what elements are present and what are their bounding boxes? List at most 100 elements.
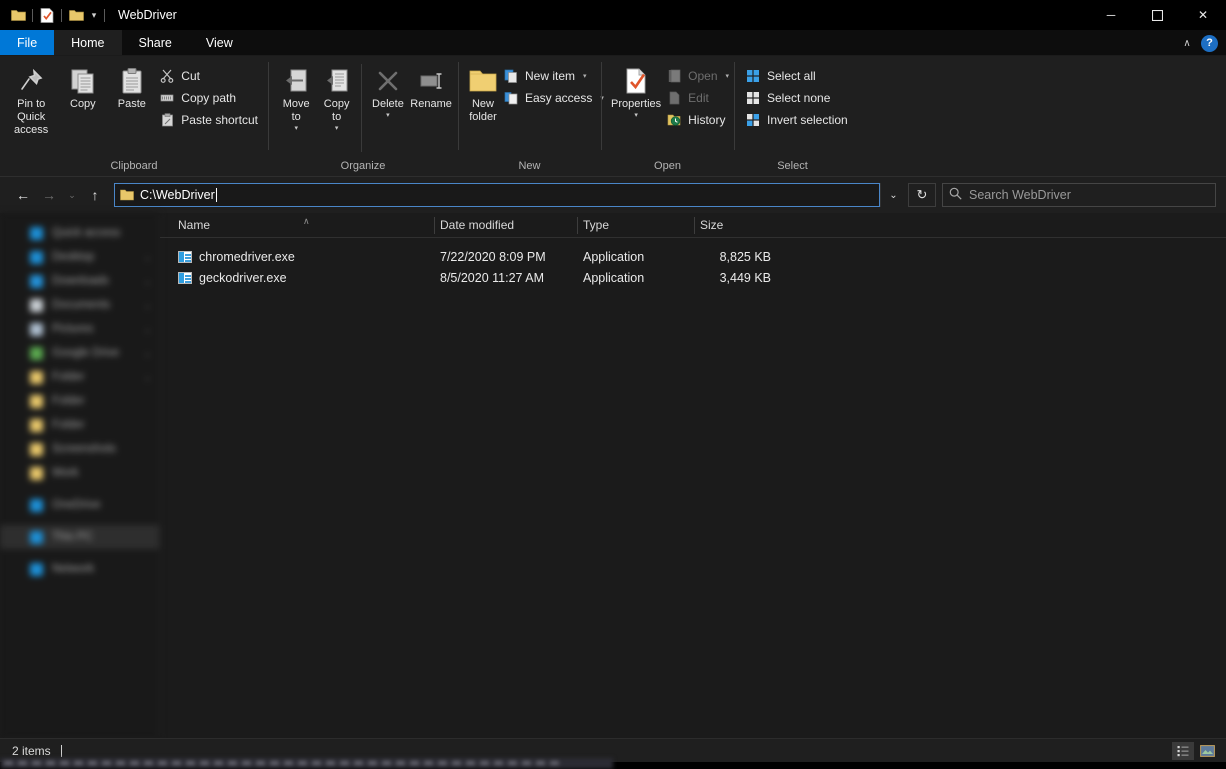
tab-view[interactable]: View [189,30,250,55]
column-header-date-modified[interactable]: Date modified [434,213,577,238]
sidebar-item-folder-2[interactable]: Folder [0,389,159,413]
copy-to-button[interactable]: Copy to ▾ [316,60,356,132]
sidebar-item-work[interactable]: Work [0,461,159,485]
file-name-cell[interactable]: geckodriver.exe [172,271,434,285]
pin-icon [18,64,44,98]
new-item-button[interactable]: New item ▾ [500,65,610,87]
move-to-caret-icon[interactable]: ▾ [294,125,298,132]
collapse-ribbon-icon[interactable]: ∧ [1179,38,1195,49]
copy-to-icon [324,64,350,98]
sidebar-item-this-pc[interactable]: This PC [0,525,159,549]
properties-button[interactable]: Properties ▾ [609,60,663,119]
close-button[interactable]: ✕ [1180,0,1226,30]
tab-home[interactable]: Home [54,30,122,55]
properties-caret-icon[interactable]: ▾ [634,112,638,119]
delete-button[interactable]: Delete ▾ [368,60,408,119]
pin-to-quick-access-button[interactable]: Pin to Quick access [4,60,58,137]
tab-share[interactable]: Share [122,30,189,55]
sidebar-item-quick-access[interactable]: Quick access [0,221,159,245]
new-folder-button[interactable]: New folder [466,60,500,124]
edit-button[interactable]: Edit [663,87,735,109]
cut-button[interactable]: Cut [156,65,264,87]
edit-label: Edit [688,91,709,105]
column-header-size[interactable]: Size [694,213,779,238]
select-small-buttons: Select all Select none Invert selection [742,60,854,131]
copy-path-label: Copy path [181,91,236,105]
chevron-icon[interactable]: ⌄ [144,325,151,334]
select-all-icon [745,68,761,84]
open-button[interactable]: Open ▾ [663,65,735,87]
search-box[interactable]: Search WebDriver [942,183,1216,207]
chevron-icon[interactable]: ⌄ [144,349,151,358]
easy-access-button[interactable]: Easy access ▾ [500,87,610,109]
help-button[interactable]: ? [1201,34,1218,52]
delete-caret-icon[interactable]: ▾ [386,112,390,119]
move-to-icon [283,64,309,98]
minimize-button[interactable]: ─ [1088,0,1134,30]
sidebar-item-network[interactable]: Network [0,557,159,581]
chevron-icon[interactable]: ⌄ [144,373,151,382]
column-header-type[interactable]: Type [577,213,694,238]
address-dropdown-button[interactable]: ⌄ [880,183,906,207]
copy-label: Copy [70,98,96,110]
select-all-button[interactable]: Select all [742,65,854,87]
desktop-icon [30,250,43,264]
taskbar-strip [0,758,613,769]
select-none-button[interactable]: Select none [742,87,854,109]
paste-shortcut-button[interactable]: Paste shortcut [156,109,264,131]
sidebar-item-label: Pictures [52,323,94,335]
refresh-button[interactable]: ↻ [908,183,936,207]
details-view-button[interactable] [1172,741,1194,760]
sidebar-item-documents[interactable]: Documents ⌄ [0,293,159,317]
paste-icon [119,64,145,98]
table-row[interactable]: chromedriver.exe 7/22/2020 8:09 PM Appli… [160,246,1226,267]
qat-new-folder-icon[interactable] [65,4,87,26]
sidebar-item-screenshots[interactable]: Screenshots [0,437,159,461]
qat-folder-icon[interactable] [7,4,29,26]
search-input[interactable]: Search WebDriver [969,188,1071,202]
sidebar-item-google-drive[interactable]: Google Drive ⌄ [0,341,159,365]
main-area: Quick access Desktop ⌄ Downloads ⌄ Docum… [0,213,1226,738]
file-name-cell[interactable]: chromedriver.exe [172,250,434,264]
move-to-button[interactable]: Move to ▾ [276,60,316,132]
qat-properties-icon[interactable] [36,4,58,26]
paste-shortcut-icon [159,112,175,128]
copy-to-caret-icon[interactable]: ▾ [335,125,339,132]
chevron-icon[interactable]: ⌄ [144,253,151,262]
sidebar-item-onedrive[interactable]: OneDrive [0,493,159,517]
history-button[interactable]: History [663,109,735,131]
navigation-pane[interactable]: Quick access Desktop ⌄ Downloads ⌄ Docum… [0,213,160,738]
qat-dropdown-icon[interactable]: ▾ [87,10,101,21]
sidebar-item-desktop[interactable]: Desktop ⌄ [0,245,159,269]
text-cursor [215,188,217,202]
copy-path-button[interactable]: Copy path [156,87,264,109]
column-header-name[interactable]: Name ∧ [172,213,434,238]
address-bar[interactable]: C:\WebDriver [114,183,880,207]
address-input[interactable]: C:\WebDriver [140,188,215,202]
pictures-icon [30,322,43,336]
open-caret-icon[interactable]: ▾ [726,72,730,80]
table-row[interactable]: geckodriver.exe 8/5/2020 11:27 AM Applic… [160,267,1226,288]
new-item-caret-icon[interactable]: ▾ [583,72,587,80]
large-icons-view-button[interactable] [1196,742,1218,760]
up-button[interactable]: ↑ [82,182,108,208]
recent-locations-button[interactable]: ⌄ [62,182,82,208]
sidebar-item-downloads[interactable]: Downloads ⌄ [0,269,159,293]
paste-button[interactable]: Paste [107,60,156,111]
sidebar-item-folder-3[interactable]: Folder [0,413,159,437]
chevron-icon[interactable]: ⌄ [144,301,151,310]
sidebar-item-label: Google Drive [52,347,120,359]
tab-file[interactable]: File [0,30,55,55]
search-icon [949,187,962,203]
rename-button[interactable]: Rename [408,60,454,111]
sidebar-item-folder-1[interactable]: Folder ⌄ [0,365,159,389]
invert-selection-button[interactable]: Invert selection [742,109,854,131]
forward-button[interactable]: → [36,182,62,208]
maximize-button[interactable] [1134,0,1180,30]
sidebar-item-label: Work [52,467,79,479]
back-button[interactable]: ← [10,182,36,208]
file-type-cell: Application [583,249,645,264]
copy-button[interactable]: Copy [58,60,107,111]
sidebar-item-pictures[interactable]: Pictures ⌄ [0,317,159,341]
chevron-icon[interactable]: ⌄ [144,277,151,286]
